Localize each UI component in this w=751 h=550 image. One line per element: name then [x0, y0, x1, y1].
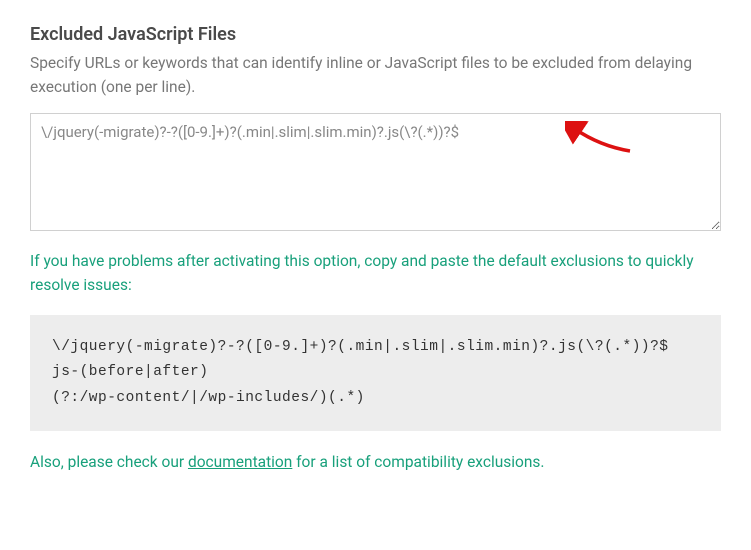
section-description: Specify URLs or keywords that can identi…: [30, 51, 721, 99]
hint-text: If you have problems after activating th…: [30, 249, 721, 297]
footer-suffix: for a list of compatibility exclusions.: [292, 453, 544, 471]
documentation-link[interactable]: documentation: [188, 453, 292, 471]
section-title: Excluded JavaScript Files: [30, 24, 721, 45]
footer-note: Also, please check our documentation for…: [30, 453, 721, 471]
textarea-wrapper: [30, 113, 721, 235]
footer-prefix: Also, please check our: [30, 453, 188, 471]
default-exclusions-code: \/jquery(-migrate)?-?([0-9.]+)?(.min|.sl…: [30, 315, 721, 431]
excluded-js-textarea[interactable]: [30, 113, 721, 231]
